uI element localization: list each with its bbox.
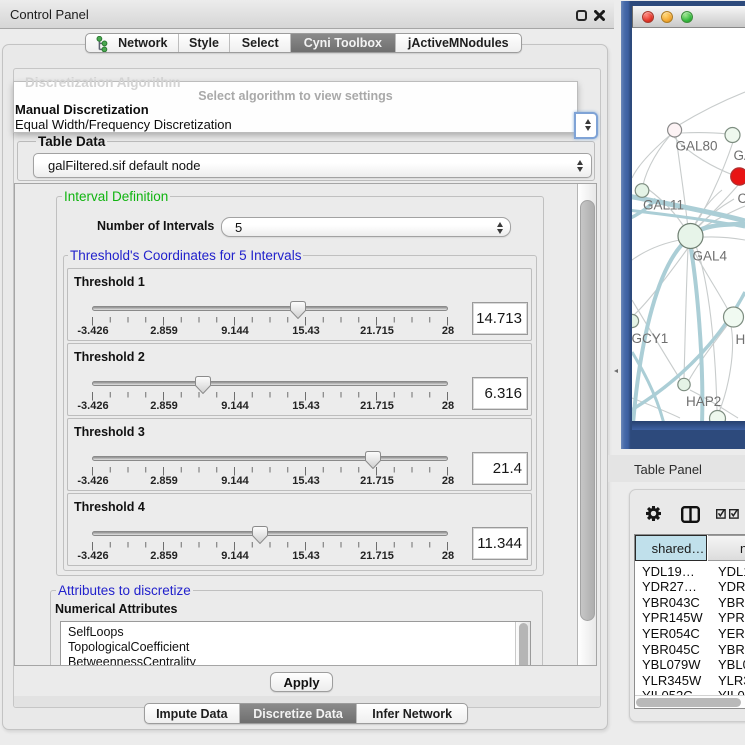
svg-text:GA: GA <box>734 148 745 163</box>
svg-text:HAP2: HAP2 <box>686 394 721 409</box>
svg-text:GAL80: GAL80 <box>676 139 718 154</box>
svg-text:GAL4: GAL4 <box>693 249 728 264</box>
svg-text:GAL11: GAL11 <box>643 198 684 213</box>
svg-text:GCY1: GCY1 <box>632 331 668 346</box>
svg-text:CY: CY <box>738 191 745 206</box>
svg-text:HI: HI <box>736 332 745 347</box>
